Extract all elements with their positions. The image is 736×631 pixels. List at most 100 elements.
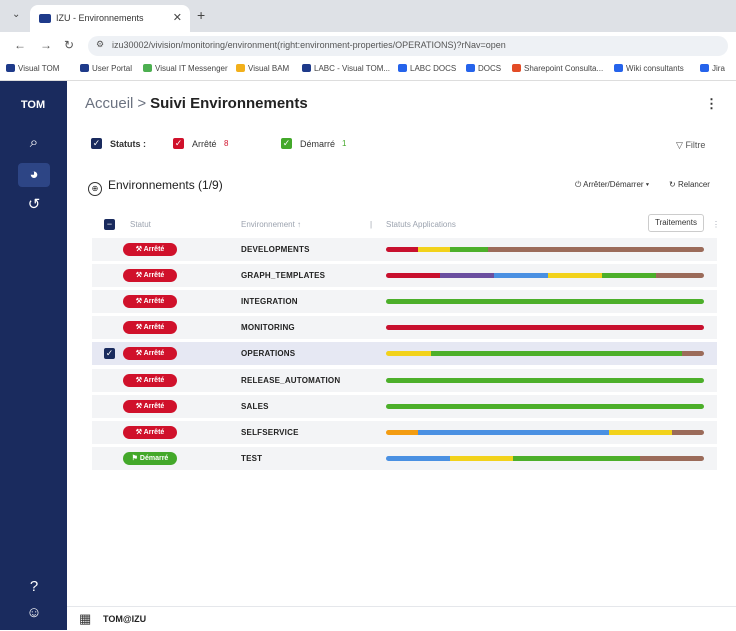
apps-status-segment xyxy=(386,299,704,304)
status-badge: ⚒ Arrêté xyxy=(123,243,177,256)
table-row[interactable]: ⚒ Arrêté SALES xyxy=(92,395,717,418)
apps-status-segment xyxy=(449,456,514,461)
bookmark-item[interactable]: User Portal xyxy=(80,64,132,73)
url-input[interactable]: ⚙ izu30002/vivision/monitoring/environme… xyxy=(88,36,728,56)
monitoring-icon[interactable]: ◕ xyxy=(18,163,50,187)
tab-title: IZU - Environnements xyxy=(56,13,144,23)
column-status[interactable]: Statut xyxy=(130,220,151,229)
table-row[interactable]: ⚒ Arrêté RELEASE_AUTOMATION xyxy=(92,369,717,392)
help-icon[interactable]: ? xyxy=(18,575,50,599)
column-environment[interactable]: Environnement ↑ xyxy=(241,220,301,229)
history-icon[interactable]: ↺ xyxy=(18,193,50,217)
status-all-checkbox[interactable]: ✓ xyxy=(91,138,102,149)
address-bar-row: ← → ↻ ⚙ izu30002/vivision/monitoring/env… xyxy=(0,32,736,60)
bookmark-item[interactable]: Visual BAM xyxy=(236,64,289,73)
apps-status-segment xyxy=(494,273,549,278)
apps-status-segment xyxy=(386,325,704,330)
status-badge: ⚒ Arrêté xyxy=(123,400,177,413)
environment-name: OPERATIONS xyxy=(241,349,296,358)
bookmark-item[interactable]: Sharepoint Consulta... xyxy=(512,64,603,73)
apps-status-bar xyxy=(386,430,704,435)
more-options-icon[interactable]: ⋮ xyxy=(705,96,718,112)
account-icon[interactable]: ☺ xyxy=(18,601,50,625)
browser-tabstrip: ⌄ IZU - Environnements ✕ + xyxy=(0,0,736,32)
environment-name: SELFSERVICE xyxy=(241,428,299,437)
apps-status-segment xyxy=(386,378,704,383)
started-count: 1 xyxy=(342,139,347,148)
site-info-icon[interactable]: ⚙ xyxy=(96,39,104,50)
apps-status-segment xyxy=(386,404,704,409)
chevron-down-icon: ▾ xyxy=(645,180,650,189)
apps-status-segment xyxy=(417,430,609,435)
restart-icon: ↻ xyxy=(669,180,676,189)
row-checkbox[interactable]: ✓ xyxy=(104,348,115,359)
url-text: izu30002/vivision/monitoring/environment… xyxy=(112,40,506,50)
apps-status-segment xyxy=(602,273,657,278)
apps-status-bar xyxy=(386,351,704,356)
environment-name: MONITORING xyxy=(241,323,295,332)
page-title: Suivi Environnements xyxy=(150,95,308,112)
apps-status-segment xyxy=(487,247,704,252)
bookmark-item[interactable]: Visual IT Messenger xyxy=(143,64,228,73)
bottom-bar: ▦ TOM@IZU xyxy=(67,606,736,631)
filter-button[interactable]: ▽ Filtre xyxy=(676,140,705,151)
filter-icon: ▽ xyxy=(676,140,683,150)
stopped-label: Arrêté xyxy=(192,139,217,149)
forward-icon[interactable]: → xyxy=(40,38,52,52)
status-badge: ⚑ Démarré xyxy=(123,452,177,465)
bookmark-item[interactable]: Jira xyxy=(700,64,725,73)
apps-status-bar xyxy=(386,247,704,252)
bookmark-item[interactable]: LABC DOCS xyxy=(398,64,456,73)
apps-status-bar xyxy=(386,299,704,304)
table-row[interactable]: ⚒ Arrêté GRAPH_TEMPLATES xyxy=(92,264,717,287)
restart-button[interactable]: ↻ Relancer xyxy=(669,180,710,189)
start-stop-label: Arrêter/Démarrer xyxy=(583,180,644,189)
apps-status-segment xyxy=(640,456,704,461)
column-divider: ⋮ xyxy=(712,220,720,229)
select-all-checkbox[interactable]: − xyxy=(104,219,115,230)
breadcrumb-home[interactable]: Accueil xyxy=(85,95,133,112)
column-divider: | xyxy=(370,220,373,229)
status-badge: ⚒ Arrêté xyxy=(123,347,177,360)
bookmark-item[interactable]: DOCS xyxy=(466,64,501,73)
table-row-selected[interactable]: ✓ ⚒ Arrêté OPERATIONS xyxy=(92,342,717,365)
reload-icon[interactable]: ↻ xyxy=(64,38,74,52)
current-user: TOM@IZU xyxy=(103,614,147,624)
treatments-button[interactable]: Traitements xyxy=(648,214,704,232)
environments-heading: ⊕ Environnements (1/9) xyxy=(88,178,223,196)
table-row[interactable]: ⚒ Arrêté INTEGRATION xyxy=(92,290,717,313)
app-logo[interactable]: TOM xyxy=(16,95,50,115)
apps-status-bar xyxy=(386,456,704,461)
bookmark-item[interactable]: Wiki consultants xyxy=(614,64,684,73)
table-row[interactable]: ⚒ Arrêté SELFSERVICE xyxy=(92,421,717,444)
start-stop-button[interactable]: ⏻ Arrêter/Démarrer ▾ xyxy=(575,180,649,190)
apps-status-segment xyxy=(449,247,488,252)
table-row[interactable]: ⚑ Démarré TEST xyxy=(92,447,717,470)
back-icon[interactable]: ← xyxy=(14,38,26,52)
table-row[interactable]: ⚒ Arrêté MONITORING xyxy=(92,316,717,339)
apps-status-segment xyxy=(440,273,495,278)
stopped-checkbox[interactable]: ✓ xyxy=(173,138,184,149)
started-checkbox[interactable]: ✓ xyxy=(281,138,292,149)
browser-tab[interactable]: IZU - Environnements ✕ xyxy=(30,5,190,32)
column-apps-status[interactable]: Statuts Applications xyxy=(386,220,456,229)
environment-name: SALES xyxy=(241,402,269,411)
restart-label: Relancer xyxy=(677,180,710,189)
stopped-count: 8 xyxy=(224,139,229,148)
status-badge: ⚒ Arrêté xyxy=(123,295,177,308)
power-icon: ⏻ xyxy=(575,180,582,189)
tab-list-icon[interactable]: ⌄ xyxy=(12,9,20,20)
apps-status-segment xyxy=(417,247,450,252)
environment-name: RELEASE_AUTOMATION xyxy=(241,376,341,385)
bookmark-item[interactable]: LABC - Visual TOM... xyxy=(302,64,390,73)
table-header: − Statut Environnement ↑ | Statuts Appli… xyxy=(92,212,720,236)
new-tab-icon[interactable]: + xyxy=(197,7,205,23)
apps-status-segment xyxy=(386,456,450,461)
bookmark-item[interactable]: Visual TOM xyxy=(6,64,59,73)
tab-close-icon[interactable]: ✕ xyxy=(173,11,182,24)
status-badge: ⚒ Arrêté xyxy=(123,269,177,282)
table-row[interactable]: ⚒ Arrêté DEVELOPMENTS xyxy=(92,238,717,261)
environment-name: GRAPH_TEMPLATES xyxy=(241,271,326,280)
apps-status-segment xyxy=(681,351,704,356)
search-icon[interactable]: ⌕ xyxy=(18,131,50,155)
